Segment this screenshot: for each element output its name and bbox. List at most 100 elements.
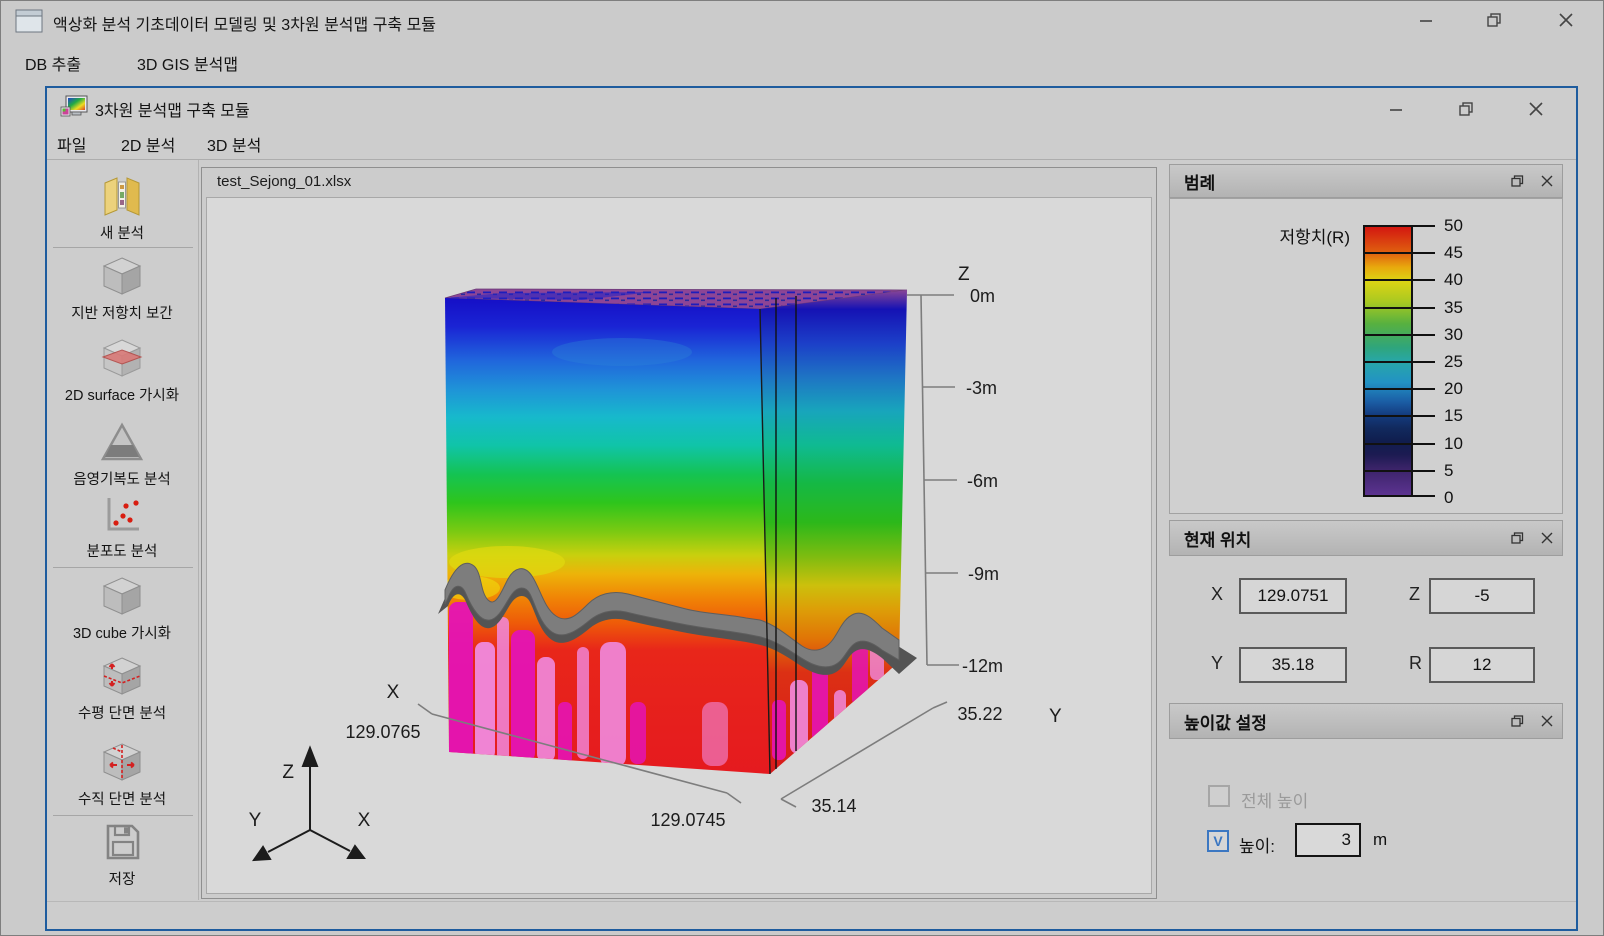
float-icon: [1511, 532, 1524, 544]
close-icon: [1541, 175, 1553, 187]
close-icon: [1559, 13, 1573, 27]
position-r-label: R: [1409, 653, 1422, 674]
toolbar-separator: [53, 815, 193, 816]
float-icon: [1511, 175, 1524, 187]
height-input[interactable]: 3: [1295, 823, 1361, 857]
position-float-button[interactable]: [1502, 526, 1532, 550]
toolbar-item-vertical-section[interactable]: 수직 단면 분석: [47, 741, 197, 809]
orientation-triad: [254, 748, 364, 860]
app-close-button[interactable]: [1549, 7, 1583, 33]
position-panel-header[interactable]: 현재 위치: [1169, 520, 1563, 556]
position-z-value[interactable]: -5: [1429, 578, 1535, 614]
cube-icon: [47, 255, 197, 302]
horizontal-section-icon: [47, 655, 197, 702]
position-panel-title: 현재 위치: [1170, 526, 1502, 551]
x-tick-left: 129.0765: [345, 722, 420, 742]
z-tick-12m: -12m: [962, 656, 1003, 676]
z-axis-ruler: [907, 295, 959, 665]
cube-icon: [47, 575, 197, 622]
module-minimize-button[interactable]: [1379, 96, 1413, 122]
z-tick-6m: -6m: [967, 471, 998, 491]
full-height-label: 전체 높이: [1241, 787, 1308, 812]
resistivity-cube-view: Z 0m -3m -6m -9m -12m X 129.0765 129.074…: [207, 198, 1151, 893]
module-restore-button[interactable]: [1449, 96, 1483, 122]
legend-panel-header[interactable]: 범례: [1169, 164, 1563, 198]
cube-surface-icon: [47, 337, 197, 384]
toolbar-separator: [53, 567, 193, 568]
toolbar-item-2d-surface[interactable]: 2D surface 가시화: [47, 337, 197, 405]
menu-3d-gis-map[interactable]: 3D GIS 분석맵: [137, 51, 238, 75]
triad-x-label: X: [358, 810, 371, 831]
position-z-label: Z: [1409, 584, 1420, 605]
position-x-value[interactable]: 129.0751: [1239, 578, 1347, 614]
viewport-3d[interactable]: Z 0m -3m -6m -9m -12m X 129.0765 129.074…: [206, 197, 1152, 894]
toolbar-separator: [53, 247, 193, 248]
statusbar-divider: [47, 901, 1576, 902]
legend-tick-label: 50: [1444, 216, 1494, 236]
y-axis-title: Y: [1049, 706, 1062, 727]
z-tick-3m: -3m: [966, 378, 997, 398]
full-height-checkbox[interactable]: [1208, 785, 1230, 807]
legend-float-button[interactable]: [1502, 169, 1532, 193]
toolbar-item-label: 지반 저항치 보간: [47, 302, 197, 323]
module-close-button[interactable]: [1519, 96, 1553, 122]
position-r-value[interactable]: 12: [1429, 647, 1535, 683]
save-icon: [47, 821, 197, 868]
toolbar-item-resistivity-interpolation[interactable]: 지반 저항치 보간: [47, 255, 197, 323]
toolbar-divider: [198, 160, 199, 900]
menubar-divider: [47, 159, 1576, 160]
toolbar-item-label: 음영기복도 분석: [47, 468, 197, 489]
height-checkbox[interactable]: V: [1207, 830, 1229, 852]
y-tick-near: 35.14: [811, 796, 856, 816]
triad-y-label: Y: [249, 810, 262, 831]
app-minimize-button[interactable]: [1409, 7, 1443, 33]
float-icon: [1511, 715, 1524, 727]
legend-series-label: 저항치(R): [1202, 223, 1350, 248]
close-icon: [1529, 102, 1543, 116]
position-y-label: Y: [1211, 653, 1223, 674]
minimize-icon: [1389, 103, 1403, 115]
toolbar-item-label: 새 분석: [47, 222, 197, 243]
height-float-button[interactable]: [1502, 709, 1532, 733]
toolbar-item-3d-cube[interactable]: 3D cube 가시화: [47, 575, 197, 643]
toolbar-item-new-analysis[interactable]: 새 분석: [47, 173, 197, 243]
toolbar-item-save[interactable]: 저장: [47, 821, 197, 889]
legend-colorbar: [1363, 225, 1413, 497]
menu-2d-analysis[interactable]: 2D 분석: [121, 132, 175, 156]
vertical-section-icon: [47, 741, 197, 788]
legend-close-button[interactable]: [1532, 169, 1562, 193]
menu-db-extract[interactable]: DB 추출: [25, 51, 81, 75]
legend-panel-body: 저항치(R) 50 45 40 35 30 25 20: [1169, 198, 1563, 514]
height-panel-header[interactable]: 높이값 설정: [1169, 703, 1563, 739]
position-x-label: X: [1211, 584, 1223, 605]
hillshade-icon: [47, 421, 197, 468]
toolbar-item-label: 분포도 분석: [47, 540, 197, 561]
toolbar-item-label: 수평 단면 분석: [47, 702, 197, 723]
toolbar-item-label: 2D surface 가시화: [47, 384, 197, 405]
module-window-title: 3차원 분석맵 구축 모듈: [95, 97, 250, 121]
menu-3d-analysis[interactable]: 3D 분석: [207, 132, 261, 156]
toolbar-item-horizontal-section[interactable]: 수평 단면 분석: [47, 655, 197, 723]
y-tick-far: 35.22: [957, 704, 1002, 724]
document-tab[interactable]: test_Sejong_01.xlsx: [217, 173, 351, 190]
new-analysis-folder-icon: [47, 173, 197, 222]
app-title: 액상화 분석 기초데이터 모델링 및 3차원 분석맵 구축 모듈: [53, 11, 436, 35]
toolbar-item-distribution[interactable]: 분포도 분석: [47, 493, 197, 561]
height-close-button[interactable]: [1532, 709, 1562, 733]
scatter-icon: [47, 493, 197, 540]
module-window-icon: [59, 94, 89, 125]
z-tick-0m: 0m: [970, 286, 995, 306]
restore-icon: [1487, 13, 1502, 27]
z-tick-9m: -9m: [968, 564, 999, 584]
close-icon: [1541, 532, 1553, 544]
position-close-button[interactable]: [1532, 526, 1562, 550]
legend-tick: [1413, 225, 1435, 227]
position-y-value[interactable]: 35.18: [1239, 647, 1347, 683]
toolbar-item-label: 저장: [47, 868, 197, 889]
app-restore-button[interactable]: [1477, 7, 1511, 33]
toolbar-item-hillshade[interactable]: 음영기복도 분석: [47, 421, 197, 489]
toolbar-item-label: 3D cube 가시화: [47, 622, 197, 643]
z-axis-title: Z: [958, 264, 970, 285]
menu-file[interactable]: 파일: [57, 132, 86, 156]
x-axis-title: X: [387, 682, 400, 703]
